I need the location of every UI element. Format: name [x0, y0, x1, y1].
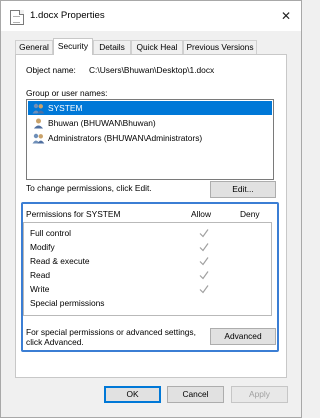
allow-check-icon: [199, 285, 209, 294]
allow-check-icon: [199, 271, 209, 280]
advanced-text-line1: For special permissions or advanced sett…: [26, 327, 196, 337]
user-icon: [34, 118, 43, 129]
security-panel: Object name: C:\Users\Bhuwan\Desktop\1.d…: [15, 54, 287, 378]
properties-window: 1.docx Properties ✕ General Security Det…: [0, 0, 302, 418]
permission-name: Write: [30, 284, 50, 294]
permission-row-full-control: Full control: [24, 227, 271, 241]
permission-name: Read: [30, 270, 51, 280]
advanced-button[interactable]: Advanced: [210, 328, 276, 345]
list-item-administrators[interactable]: Administrators (BHUWAN\Administrators): [28, 131, 272, 145]
tab-security[interactable]: Security: [53, 38, 93, 55]
permissions-title: Permissions for SYSTEM: [26, 209, 121, 219]
tab-quick-heal[interactable]: Quick Heal: [131, 40, 183, 54]
permissions-list[interactable]: Full control Modify Read & execute Read …: [23, 222, 272, 316]
list-item-bhuwan[interactable]: Bhuwan (BHUWAN\Bhuwan): [28, 116, 272, 130]
permission-row-write: Write: [24, 283, 271, 297]
permission-name: Special permissions: [30, 298, 105, 308]
object-name-value: C:\Users\Bhuwan\Desktop\1.docx: [89, 65, 215, 75]
users-group-icon: [32, 103, 45, 114]
tab-label: Previous Versions: [186, 42, 254, 52]
deny-header: Deny: [240, 209, 260, 219]
tab-label: Security: [57, 41, 89, 51]
user-name: SYSTEM: [48, 103, 83, 113]
permission-name: Full control: [30, 228, 71, 238]
cancel-button[interactable]: Cancel: [167, 386, 224, 403]
ok-button[interactable]: OK: [104, 386, 161, 403]
user-list[interactable]: SYSTEM Bhuwan (BHUWAN\Bhuwan) Administra…: [26, 99, 274, 180]
title-bar[interactable]: 1.docx Properties ✕: [1, 1, 301, 31]
tab-label: Quick Heal: [136, 42, 178, 52]
close-button[interactable]: ✕: [277, 7, 295, 25]
permission-row-modify: Modify: [24, 241, 271, 255]
allow-check-icon: [199, 257, 209, 266]
change-permissions-text: To change permissions, click Edit.: [26, 183, 152, 193]
permission-name: Read & execute: [30, 256, 90, 266]
close-icon: ✕: [280, 9, 292, 23]
tab-label: General: [19, 42, 49, 52]
tab-label: Details: [99, 42, 125, 52]
group-label: Group or user names:: [26, 88, 108, 98]
allow-check-icon: [199, 229, 209, 238]
user-name: Administrators (BHUWAN\Administrators): [48, 133, 203, 143]
apply-button[interactable]: Apply: [231, 386, 288, 403]
advanced-text-line2: click Advanced.: [26, 337, 84, 347]
allow-check-icon: [199, 243, 209, 252]
window-title: 1.docx Properties: [30, 10, 105, 21]
tab-previous-versions[interactable]: Previous Versions: [183, 40, 257, 54]
allow-header: Allow: [191, 209, 212, 219]
edit-button[interactable]: Edit...: [210, 181, 276, 198]
permission-name: Modify: [30, 242, 55, 252]
permission-row-read: Read: [24, 269, 271, 283]
document-icon: [10, 10, 24, 25]
object-name-label: Object name:: [26, 65, 76, 75]
permission-row-special: Special permissions: [24, 297, 271, 311]
users-group-icon: [32, 133, 45, 144]
tab-details[interactable]: Details: [93, 40, 131, 54]
user-name: Bhuwan (BHUWAN\Bhuwan): [48, 118, 156, 128]
tab-general[interactable]: General: [15, 40, 53, 54]
permission-row-read-execute: Read & execute: [24, 255, 271, 269]
list-item-system[interactable]: SYSTEM: [28, 101, 272, 115]
